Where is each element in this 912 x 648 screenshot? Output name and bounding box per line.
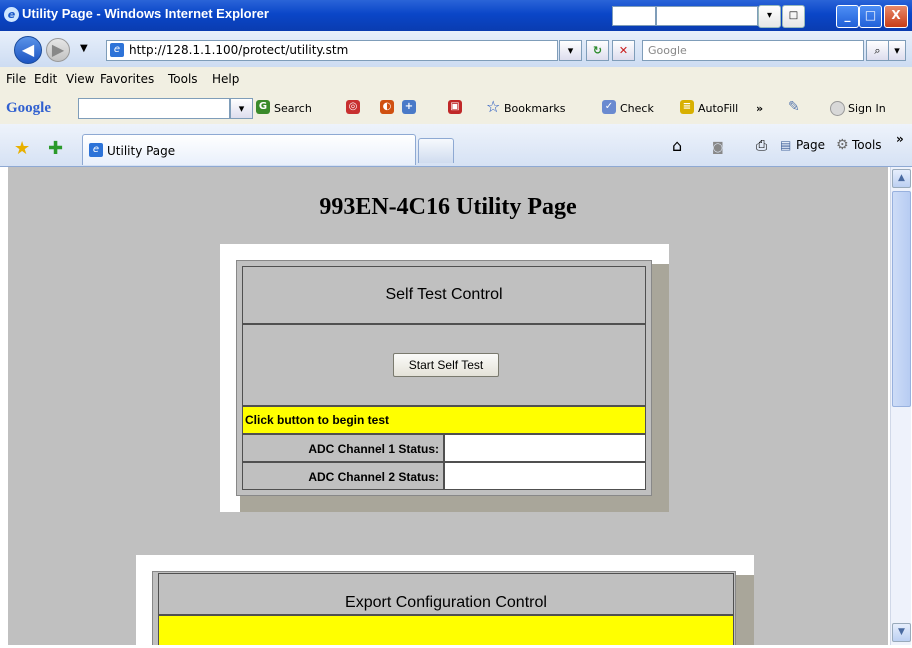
address-toolbar: ◀ ▶ ▼ e http://128.1.1.100/protect/utili… <box>0 31 912 67</box>
google-search-button[interactable]: Search <box>274 102 312 115</box>
self-test-panel: Self Test Control Start Self Test Click … <box>220 244 669 512</box>
scroll-up-icon[interactable]: ▲ <box>892 169 911 188</box>
start-self-test-button[interactable]: Start Self Test <box>393 353 499 377</box>
menu-file[interactable]: File <box>6 72 26 86</box>
bookmark-star-icon: ☆ <box>486 97 501 116</box>
tools-gear-icon: ⚙ <box>836 137 849 153</box>
tab-label: Utility Page <box>107 144 176 158</box>
address-dropdown-icon[interactable]: ▾ <box>559 40 582 61</box>
export-header-cell: Export Configuration Control <box>158 573 734 615</box>
autofill-icon: ≡ <box>680 100 694 114</box>
sign-in-button[interactable]: Sign In <box>848 102 886 115</box>
google-search-input[interactable] <box>78 98 230 119</box>
google-search-dropdown-icon[interactable]: ▾ <box>230 98 253 119</box>
adc1-status-value <box>444 434 646 462</box>
toolbar-overflow-icon[interactable]: » <box>896 132 904 146</box>
dropdown-icon[interactable]: ▾ <box>758 5 781 28</box>
signin-icon <box>830 101 845 116</box>
plus-icon[interactable]: + <box>402 100 416 114</box>
home-icon[interactable]: ⌂ <box>672 136 682 155</box>
search-icon[interactable]: ⌕ <box>866 40 889 61</box>
popup-blocker-icon[interactable]: ◐ <box>380 100 394 114</box>
menu-tools[interactable]: Tools <box>168 72 198 86</box>
search-input[interactable]: Google <box>642 40 864 61</box>
self-test-button-cell: Start Self Test <box>242 324 646 406</box>
autofill-button[interactable]: AutoFill <box>698 102 738 115</box>
pagerank-icon[interactable]: ◎ <box>346 100 360 114</box>
self-test-header: Self Test Control <box>385 286 503 303</box>
export-header: Export Configuration Control <box>345 594 547 611</box>
tools-menu-button[interactable]: Tools <box>852 138 882 152</box>
scroll-down-icon[interactable]: ▼ <box>892 623 911 642</box>
adc2-label-cell: ADC Channel 2 Status: <box>242 462 444 490</box>
google-toolbar: Google ▾ G Search ◎ ◐ + ▣ ☆ Bookmarks ✓ … <box>0 92 912 125</box>
export-status-row <box>158 615 734 645</box>
search-options-icon[interactable]: ▾ <box>888 40 906 61</box>
close-button[interactable]: X <box>884 5 908 28</box>
page-title: 993EN-4C16 Utility Page <box>319 194 577 220</box>
menu-view[interactable]: View <box>66 72 94 86</box>
back-button[interactable]: ◀ <box>14 36 42 64</box>
more-chevron-icon[interactable]: » <box>756 102 763 115</box>
status-message-row: Click button to begin test <box>242 406 646 434</box>
adc1-label-cell: ADC Channel 1 Status: <box>242 434 444 462</box>
menu-favorites[interactable]: Favorites <box>100 72 154 86</box>
adc2-status-value <box>444 462 646 490</box>
feeds-icon[interactable]: ◙ <box>712 140 724 154</box>
address-bar[interactable]: e http://128.1.1.100/protect/utility.stm <box>106 40 558 61</box>
menu-edit[interactable]: Edit <box>34 72 57 86</box>
history-dropdown-icon[interactable]: ▼ <box>80 43 88 54</box>
stop-icon[interactable]: ✕ <box>612 40 635 61</box>
maximize-button[interactable]: □ <box>859 5 882 28</box>
export-panel: Export Configuration Control <box>136 555 754 645</box>
new-tab-button[interactable] <box>418 138 454 163</box>
tab-utility-page[interactable]: e Utility Page <box>82 134 416 165</box>
tab-bar: ★ ✚ e Utility Page ⌂ ◙ ⎙ ▤ Page ⚙ Tools … <box>0 124 912 167</box>
check-button[interactable]: Check <box>620 102 654 115</box>
status-message: Click button to begin test <box>245 413 389 427</box>
google-search-icon: G <box>256 100 270 114</box>
search-placeholder: Google <box>648 44 687 57</box>
page-icon-cmd: ▤ <box>780 138 792 152</box>
menu-bar: File Edit View Favorites Tools Help <box>0 67 912 93</box>
forward-button[interactable]: ▶ <box>46 38 70 62</box>
page-content: 993EN-4C16 Utility Page Self Test Contro… <box>8 167 888 645</box>
minimize-button[interactable]: _ <box>836 5 859 28</box>
window-title: Utility Page - Windows Internet Explorer <box>22 6 269 21</box>
page-icon: e <box>110 43 124 57</box>
restore-small-icon[interactable]: □ <box>782 5 805 28</box>
refresh-icon[interactable]: ↻ <box>586 40 609 61</box>
tab-page-icon: e <box>89 143 103 157</box>
page-menu-button[interactable]: Page <box>796 138 825 152</box>
bookmarks-button[interactable]: Bookmarks <box>504 102 565 115</box>
print-icon[interactable]: ⎙ <box>756 138 767 154</box>
window-titlebar: e Utility Page - Windows Internet Explor… <box>0 0 912 31</box>
titlebar-search-field[interactable] <box>656 6 758 26</box>
favorites-star-icon[interactable]: ★ <box>14 138 30 159</box>
url-text: http://128.1.1.100/protect/utility.stm <box>129 43 349 57</box>
google-logo: Google <box>6 100 51 116</box>
ie-icon: e <box>4 7 19 22</box>
wrench-icon[interactable]: ✎ <box>788 99 800 115</box>
spellcheck-icon: ✓ <box>602 100 616 114</box>
add-favorites-icon[interactable]: ✚ <box>48 138 63 159</box>
titlebar-grip <box>612 6 656 26</box>
adc2-label: ADC Channel 2 Status: <box>308 470 439 484</box>
vertical-scrollbar[interactable]: ▲ ▼ <box>890 167 911 645</box>
self-test-header-cell: Self Test Control <box>242 266 646 324</box>
scroll-thumb[interactable] <box>892 191 911 407</box>
block-icon[interactable]: ▣ <box>448 100 462 114</box>
menu-help[interactable]: Help <box>212 72 239 86</box>
adc1-label: ADC Channel 1 Status: <box>308 442 439 456</box>
